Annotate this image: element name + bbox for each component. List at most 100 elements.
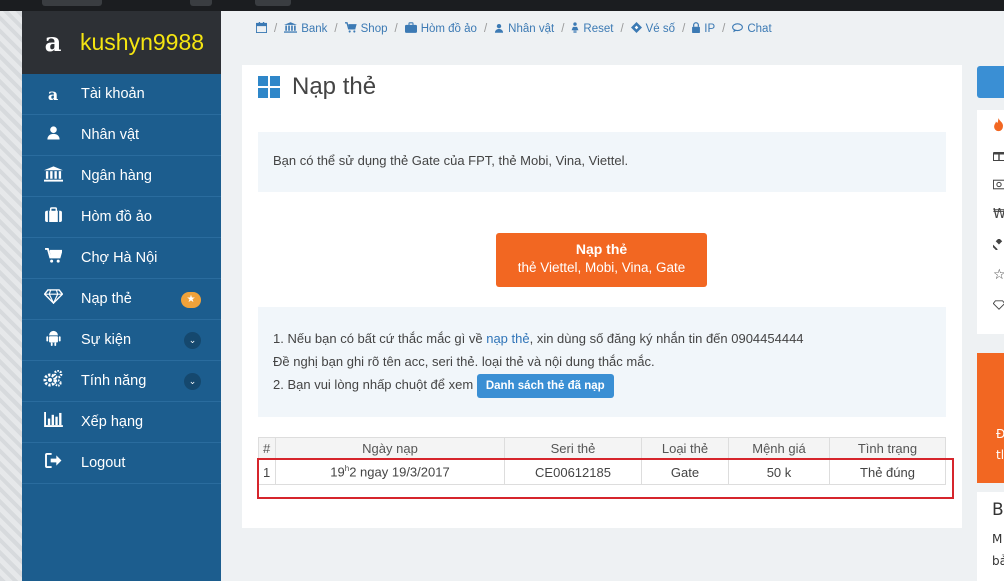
sidebar-item-tinh-nang[interactable]: Tính năng ⌄ xyxy=(22,361,221,402)
user-icon xyxy=(494,23,504,36)
sidebar-item-label: Nhân vật xyxy=(81,127,140,143)
right-info-box: B M bả xyxy=(977,492,1004,581)
page-title: Nạp thẻ xyxy=(292,73,377,100)
sidebar-item-su-kien[interactable]: Sự kiện ⌄ xyxy=(22,320,221,361)
breadcrumb-label: Nhân vật xyxy=(508,23,555,35)
comment-icon xyxy=(732,22,744,36)
nap-the-button[interactable]: Nạp thẻ thẻ Viettel, Mobi, Vina, Gate xyxy=(496,233,707,287)
promo-text-1: Đ xyxy=(996,427,1004,441)
top-bar xyxy=(0,0,1004,11)
briefcase-icon xyxy=(42,207,64,227)
breadcrumb-separator: / xyxy=(682,23,686,35)
fire-icon[interactable] xyxy=(977,110,1004,140)
breadcrumb-label: Shop xyxy=(360,23,388,35)
chevron-down-icon[interactable]: ⌄ xyxy=(184,373,201,390)
username: kushyn9988 xyxy=(80,29,205,55)
sidebar-item-label: Logout xyxy=(81,455,126,471)
note-line-2: Đề nghị bạn ghi rõ tên acc, seri thẻ. lo… xyxy=(273,354,655,369)
background-pattern xyxy=(0,0,22,581)
breadcrumb-separator: / xyxy=(620,23,624,35)
sidebar-item-ngan-hang[interactable]: Ngân hàng xyxy=(22,156,221,197)
sidebar-item-label: Tính năng xyxy=(81,373,147,389)
diamond-icon[interactable] xyxy=(977,290,1004,320)
cart-icon xyxy=(344,22,357,36)
note-text: , xin dùng số đăng ký nhắn tin đến 09044… xyxy=(529,331,804,346)
breadcrumb-label: Bank xyxy=(301,23,328,35)
breadcrumb-calendar[interactable] xyxy=(256,22,267,36)
right-promo-box: Đ tl xyxy=(977,353,1004,483)
cart-icon xyxy=(42,248,64,268)
breadcrumb-bank[interactable]: Bank xyxy=(284,22,327,36)
breadcrumb-shop[interactable]: Shop xyxy=(344,22,388,36)
breadcrumb: / Bank / Shop / Hòm đồ ảo / Nhân vật / R… xyxy=(256,20,772,38)
windows-icon xyxy=(258,76,280,98)
android-icon xyxy=(42,330,64,351)
sidebar: a kushyn9988 a Tài khoản Nhân vật Ngân h… xyxy=(22,11,221,581)
gift-icon[interactable] xyxy=(977,140,1004,170)
list-cards-button[interactable]: Danh sách thẻ đã nạp xyxy=(476,373,614,398)
diamond-icon xyxy=(42,289,64,309)
sidebar-item-label: Nạp thẻ xyxy=(81,291,132,307)
breadcrumb-ve-so[interactable]: Vé số xyxy=(630,22,676,36)
topbar-tab[interactable] xyxy=(190,0,212,6)
right-panel-button[interactable] xyxy=(977,66,1004,98)
breadcrumb-ip[interactable]: IP xyxy=(692,22,715,36)
brand[interactable]: a kushyn9988 xyxy=(22,11,221,74)
cogs-icon xyxy=(42,369,64,392)
female-icon xyxy=(571,22,579,36)
note-text: 2. Bạn vui lòng nhấp chuột để xem xyxy=(273,377,474,392)
sidebar-item-label: Sự kiện xyxy=(81,332,132,348)
breadcrumb-label: Hòm đồ ảo xyxy=(420,23,477,35)
nap-the-link[interactable]: nạp thẻ xyxy=(486,331,529,346)
note-line-1: 1. Nếu bạn có bất cứ thắc mắc gì về nạp … xyxy=(273,327,931,350)
breadcrumb-chat[interactable]: Chat xyxy=(732,22,772,36)
amazon-icon: a xyxy=(47,84,59,104)
info-text: Bạn có thể sử dụng thẻ Gate của FPT, thẻ… xyxy=(273,153,629,168)
nap-the-button-subtitle: thẻ Viettel, Mobi, Vina, Gate xyxy=(517,260,686,275)
sidebar-item-logout[interactable]: Logout xyxy=(22,443,221,484)
right-panel-list: ₩ ☆ xyxy=(977,110,1004,334)
note-text: 1. Nếu bạn có bất cứ thắc mắc gì về xyxy=(273,331,487,346)
amazon-icon: a xyxy=(44,27,62,58)
sidebar-item-cho-ha-noi[interactable]: Chợ Hà Nội xyxy=(22,238,221,279)
sidebar-item-tai-khoan[interactable]: a Tài khoản xyxy=(22,74,221,115)
breadcrumb-label: IP xyxy=(704,23,716,35)
lock-icon xyxy=(692,22,701,36)
breadcrumb-hom-do-ao[interactable]: Hòm đồ ảo xyxy=(404,22,477,36)
note-box: 1. Nếu bạn có bất cứ thắc mắc gì về nạp … xyxy=(258,307,946,417)
topbar-tab[interactable] xyxy=(255,0,291,6)
sidebar-item-hom-do-ao[interactable]: Hòm đồ ảo xyxy=(22,197,221,238)
user-icon xyxy=(42,125,64,145)
sidebar-item-nap-the[interactable]: Nạp thẻ ★ xyxy=(22,279,221,320)
breadcrumb-label: Chat xyxy=(747,23,772,35)
briefcase-icon xyxy=(404,22,417,36)
sidebar-item-label: Ngân hàng xyxy=(81,168,152,184)
chevron-down-icon[interactable]: ⌄ xyxy=(184,332,201,349)
sidebar-item-xep-hang[interactable]: Xếp hạng xyxy=(22,402,221,443)
bar-chart-icon xyxy=(42,412,64,432)
promo-text-2: tl xyxy=(996,448,1004,462)
bank-icon xyxy=(284,22,298,36)
star-icon[interactable]: ☆ xyxy=(977,260,1004,290)
money-icon[interactable] xyxy=(977,170,1004,200)
breadcrumb-nhan-vat[interactable]: Nhân vật xyxy=(494,23,554,36)
col-header-value: Mệnh giá xyxy=(728,437,830,460)
col-header-index: # xyxy=(258,437,276,460)
sign-out-icon xyxy=(42,453,64,473)
calendar-icon xyxy=(256,22,267,36)
breadcrumb-label: Vé số xyxy=(645,23,676,35)
breadcrumb-reset[interactable]: Reset xyxy=(571,22,613,36)
right-info-line-2: bả xyxy=(992,554,1004,568)
sidebar-item-label: Xếp hạng xyxy=(81,414,144,430)
highlight-box xyxy=(257,458,954,499)
topbar-tab[interactable] xyxy=(42,0,102,6)
table-header-row: # Ngày nạp Seri thẻ Loại thẻ Mệnh giá Tì… xyxy=(258,437,946,460)
sidebar-item-nhan-vat[interactable]: Nhân vật xyxy=(22,115,221,156)
breadcrumb-separator: / xyxy=(561,23,565,35)
bank-icon xyxy=(42,165,64,187)
breadcrumb-separator: / xyxy=(394,23,398,35)
won-icon[interactable]: ₩ xyxy=(977,200,1004,230)
breadcrumb-separator: / xyxy=(334,23,338,35)
right-info-line-1: M xyxy=(992,532,1003,546)
gavel-icon[interactable] xyxy=(977,230,1004,260)
